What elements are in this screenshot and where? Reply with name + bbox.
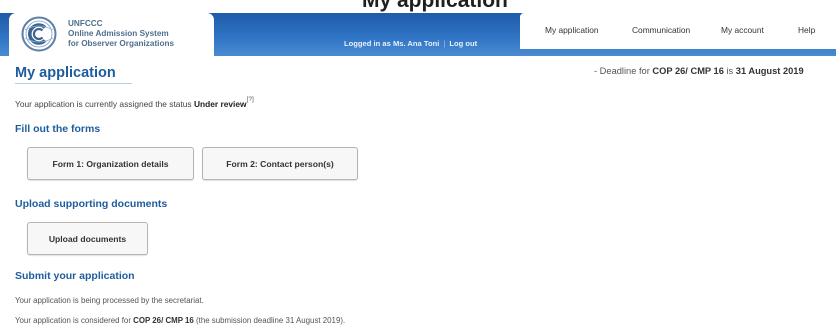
nav-my-application[interactable]: My application — [545, 25, 599, 35]
form-2-button[interactable]: Form 2: Contact person(s) — [202, 147, 358, 180]
deadline-prefix: - Deadline for — [594, 66, 653, 76]
top-heading-fragment: My application — [362, 0, 508, 12]
login-info: Logged in as Ms. Ana Toni | Log out — [344, 39, 477, 48]
logo-line-1: UNFCCC — [68, 19, 103, 28]
nav-communication[interactable]: Communication — [632, 25, 690, 35]
logo-line-3: for Observer Organizations — [68, 39, 175, 48]
logo-text: UNFCCC Online Admission System for Obser… — [68, 19, 174, 49]
form-1-button[interactable]: Form 1: Organization details — [27, 147, 194, 180]
section-title-submit: Submit your application — [15, 270, 135, 282]
status-badge: Under review — [193, 99, 247, 109]
section-title-upload: Upload supporting documents — [15, 198, 168, 210]
page-title: My application — [15, 65, 116, 81]
submit-session-suffix: (the submission deadline 31 August 2019)… — [193, 316, 346, 325]
submit-session-text: Your application is considered for COP 2… — [15, 316, 345, 325]
unfccc-logo-icon — [21, 16, 57, 52]
submit-session-prefix: Your application is considered for — [15, 316, 134, 325]
nav-help[interactable]: Help — [798, 25, 815, 35]
logged-in-text: Logged in as Ms. Ana Toni — [344, 39, 440, 48]
nav-my-account[interactable]: My account — [721, 25, 764, 35]
section-title-forms: Fill out the forms — [15, 123, 101, 135]
main-nav: My application Communication My account … — [520, 13, 836, 49]
login-separator: | — [443, 39, 446, 48]
submit-session-name: COP 26/ CMP 16 — [133, 316, 194, 325]
deadline-date: 31 August 2019 — [735, 66, 804, 76]
upload-documents-button[interactable]: Upload documents — [27, 222, 148, 255]
submit-status-text: Your application is being processed by t… — [15, 296, 204, 305]
logo-line-2: Online Admission System — [68, 29, 169, 38]
deadline-middle: is — [723, 66, 736, 76]
logout-link[interactable]: Log out — [449, 39, 477, 48]
top-strip: My application — [0, 0, 836, 13]
status-prefix: Your application is currently assigned t… — [15, 99, 194, 109]
deadline-session: COP 26/ CMP 16 — [652, 66, 724, 76]
status-line: Your application is currently assigned t… — [15, 96, 254, 109]
status-help-link[interactable]: [?] — [247, 96, 254, 103]
deadline-note: - Deadline for COP 26/ CMP 16 is 31 Augu… — [594, 66, 804, 76]
logo-card[interactable]: UNFCCC Online Admission System for Obser… — [9, 13, 214, 56]
title-divider — [15, 83, 132, 84]
